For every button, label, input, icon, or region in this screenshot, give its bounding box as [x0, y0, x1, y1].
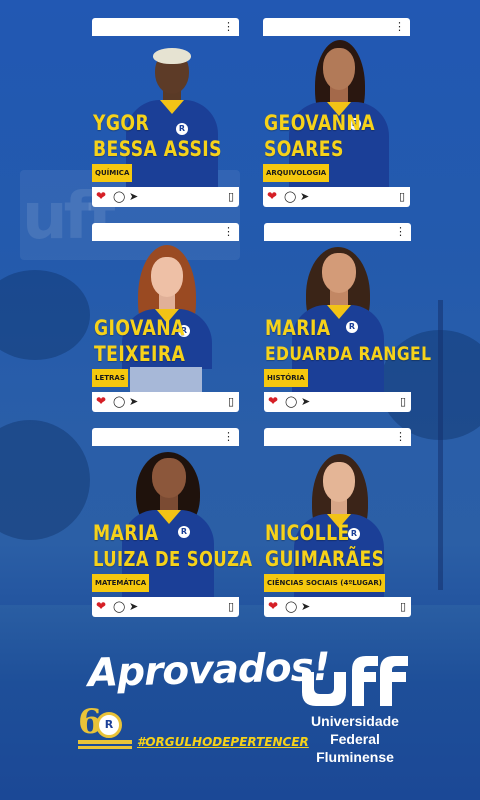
heart-icon[interactable]: ❤ [268, 395, 278, 408]
more-dots-icon[interactable]: ⋮ [223, 19, 234, 35]
course-tag: QUÍMICA [92, 164, 133, 182]
bookmark-icon[interactable]: ▯ [228, 395, 234, 408]
more-dots-icon[interactable]: ⋮ [223, 429, 234, 445]
bookmark-icon[interactable]: ▯ [400, 600, 406, 613]
card-header: ⋮ [264, 223, 411, 241]
share-icon[interactable]: ➤ [300, 190, 309, 203]
more-dots-icon[interactable]: ⋮ [395, 224, 406, 240]
heart-icon[interactable]: ❤ [268, 600, 278, 613]
card-footer: ❤ ◯ ➤ ▯ [264, 392, 411, 412]
course-tag: CIÊNCIAS SOCIAIS (4ºLUGAR) [264, 574, 385, 592]
student-card: ⋮ R ❤ ◯ ➤ ▯ GIOVANA TEIXEIRA LETRAS [92, 223, 239, 412]
background-pole [438, 300, 443, 590]
student-name-line1: MARIA [265, 316, 331, 340]
more-dots-icon[interactable]: ⋮ [394, 19, 405, 35]
university-name-line1: Universidade [311, 713, 399, 729]
student-name-line1: GEOVANNA [264, 111, 375, 135]
share-icon[interactable]: ➤ [129, 395, 138, 408]
card-footer: ❤ ◯ ➤ ▯ [264, 597, 411, 617]
card-footer: ❤ ◯ ➤ ▯ [92, 392, 239, 412]
course-tag: ARQUIVOLOGIA [263, 164, 330, 182]
comment-icon[interactable]: ◯ [284, 190, 296, 203]
bookmark-icon[interactable]: ▯ [399, 190, 405, 203]
comment-icon[interactable]: ◯ [113, 395, 125, 408]
card-header: ⋮ [92, 223, 239, 241]
card-footer: ❤ ◯ ➤ ▯ [92, 597, 239, 617]
student-card: ⋮ R ❤ ◯ ➤ ▯ GEOVANNA SOARES ARQUIVOLOGIA [263, 18, 410, 207]
card-footer: ❤ ◯ ➤ ▯ [263, 187, 410, 207]
bookmark-icon[interactable]: ▯ [228, 600, 234, 613]
share-icon[interactable]: ➤ [129, 600, 138, 613]
student-name-line1: YGOR [93, 111, 150, 135]
sixty-years-logo: 6 R [78, 702, 132, 752]
student-card: ⋮ R ❤ ◯ ➤ ▯ MARIA LUIZA DE SOUZA MATEMÁT… [92, 428, 252, 617]
share-icon[interactable]: ➤ [301, 600, 310, 613]
share-icon[interactable]: ➤ [301, 395, 310, 408]
card-footer: ❤ ◯ ➤ ▯ [92, 187, 239, 207]
logo-r-emblem: R [96, 712, 122, 738]
card-header: ⋮ [92, 18, 239, 36]
comment-icon[interactable]: ◯ [285, 395, 297, 408]
headline: Aprovados! [87, 644, 331, 697]
student-name-line1: NICOLLE [265, 521, 350, 545]
course-tag: LETRAS [92, 369, 128, 387]
student-name-line1: GIOVANA [94, 316, 185, 340]
heart-icon[interactable]: ❤ [267, 190, 277, 203]
course-tag: HISTÓRIA [264, 369, 308, 387]
student-name-line2: LUIZA DE SOUZA [93, 547, 253, 571]
bookmark-icon[interactable]: ▯ [228, 190, 234, 203]
university-name: Universidade Federal Fluminense [292, 712, 418, 766]
student-card: ⋮ R ❤ ◯ ➤ ▯ MARIA EDUARDA RANGEL HISTÓRI… [264, 223, 431, 412]
student-card: ⋮ R ❤ ◯ ➤ ▯ NICOLLE GUIMARÃES CIÊNCIAS S… [264, 428, 411, 617]
background-tree [0, 420, 90, 540]
card-header: ⋮ [264, 428, 411, 446]
more-dots-icon[interactable]: ⋮ [223, 224, 234, 240]
course-tag: MATEMÁTICA [92, 574, 150, 592]
comment-icon[interactable]: ◯ [285, 600, 297, 613]
university-name-line2: Federal [330, 731, 380, 747]
student-card: ⋮ R ❤ ◯ ➤ ▯ YGOR BESSA ASSIS QUÍMICA [92, 18, 239, 207]
uff-logo [302, 656, 408, 706]
student-name-line2: SOARES [264, 137, 344, 161]
background-tree [0, 270, 90, 360]
poster: uff ⋮ R ❤ ◯ ➤ ▯ YGOR BESSA ASSIS QUÍMICA… [0, 0, 480, 800]
comment-icon[interactable]: ◯ [113, 190, 125, 203]
more-dots-icon[interactable]: ⋮ [395, 429, 406, 445]
card-header: ⋮ [263, 18, 410, 36]
comment-icon[interactable]: ◯ [113, 600, 125, 613]
student-name-line1: MARIA [93, 521, 159, 545]
heart-icon[interactable]: ❤ [96, 190, 106, 203]
student-name-line2: EDUARDA RANGEL [265, 343, 432, 365]
heart-icon[interactable]: ❤ [96, 395, 106, 408]
hashtag[interactable]: #ORGULHODEPERTENCER [137, 735, 309, 749]
university-name-line3: Fluminense [316, 749, 394, 765]
student-name-line2: TEIXEIRA [94, 342, 186, 366]
share-icon[interactable]: ➤ [129, 190, 138, 203]
card-header: ⋮ [92, 428, 239, 446]
bookmark-icon[interactable]: ▯ [400, 395, 406, 408]
heart-icon[interactable]: ❤ [96, 600, 106, 613]
student-name-line2: GUIMARÃES [265, 547, 385, 571]
student-name-line2: BESSA ASSIS [93, 137, 222, 161]
